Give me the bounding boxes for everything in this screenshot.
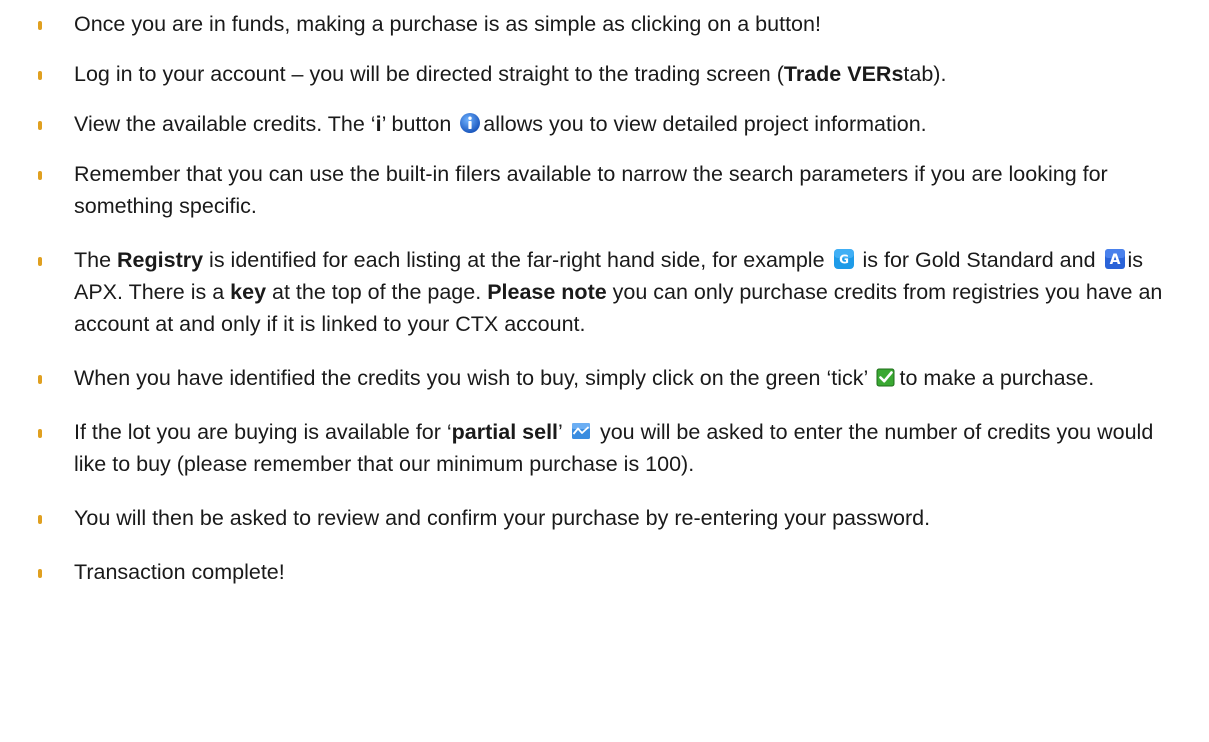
list-item: If the lot you are buying is available f… — [38, 416, 1169, 480]
list-item: View the available credits. The ‘i’ butt… — [38, 108, 1169, 140]
gold-standard-icon: G — [833, 248, 855, 270]
partial-sell-label: partial sell — [451, 420, 559, 444]
list-item: When you have identified the credits you… — [38, 362, 1169, 394]
registry-label: Registry — [117, 248, 204, 272]
please-note-label: Please note — [487, 280, 607, 304]
key-label: key — [230, 280, 267, 304]
instruction-list: Once you are in funds, making a purchase… — [38, 8, 1169, 588]
list-item: Once you are in funds, making a purchase… — [38, 8, 1169, 40]
svg-text:A: A — [1109, 252, 1120, 268]
apx-icon: A — [1104, 248, 1126, 270]
info-icon — [459, 112, 481, 134]
list-item: Log in to your account – you will be dir… — [38, 58, 1169, 90]
svg-text:G: G — [839, 253, 849, 267]
partial-sell-icon — [570, 420, 592, 442]
document-page: Once you are in funds, making a purchase… — [0, 0, 1209, 742]
trade-vers-label: Trade VERs — [783, 62, 904, 86]
list-item: Transaction complete! — [38, 556, 1169, 588]
green-tick-icon — [875, 366, 897, 388]
list-item: Remember that you can use the built-in f… — [38, 158, 1169, 222]
list-item: You will then be asked to review and con… — [38, 502, 1169, 534]
list-item: The Registry is identified for each list… — [38, 244, 1169, 340]
